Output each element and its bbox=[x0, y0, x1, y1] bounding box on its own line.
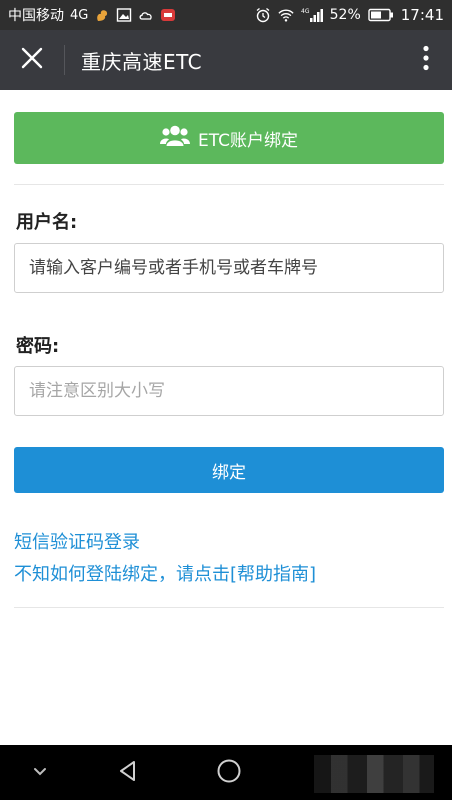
close-button[interactable] bbox=[0, 30, 64, 90]
carrier-name: 中国移动 bbox=[8, 8, 64, 24]
signal-network-label: 4G bbox=[301, 8, 310, 15]
main-content: ETC账户绑定 用户名: 密码: 绑定 短信验证码登录 不知如何登陆绑定，请点击… bbox=[0, 90, 452, 745]
cell-signal-icon: 4G bbox=[301, 7, 323, 23]
users-group-icon bbox=[160, 124, 190, 153]
username-input[interactable] bbox=[14, 243, 444, 293]
close-icon bbox=[21, 47, 43, 73]
image-notification-icon bbox=[116, 7, 132, 23]
chevron-down-icon bbox=[32, 763, 48, 782]
clock: 17:41 bbox=[400, 6, 444, 24]
network-type: 4G bbox=[70, 7, 89, 23]
back-triangle-icon bbox=[116, 759, 140, 787]
system-nav-bar bbox=[0, 745, 452, 800]
weather-cloud-icon bbox=[138, 7, 154, 23]
battery-percent: 52% bbox=[329, 7, 361, 23]
bind-submit-button[interactable]: 绑定 bbox=[14, 447, 444, 493]
wifi-icon bbox=[278, 7, 294, 23]
hide-nav-button[interactable] bbox=[10, 745, 70, 800]
more-vertical-icon bbox=[422, 45, 430, 75]
bottom-divider bbox=[14, 607, 444, 608]
section-divider bbox=[14, 184, 444, 185]
status-right: 4G 52% 17:41 bbox=[255, 6, 444, 24]
alarm-icon bbox=[255, 7, 271, 23]
page-title: 重庆高速ETC bbox=[81, 49, 203, 74]
home-button[interactable] bbox=[199, 745, 259, 800]
password-label: 密码: bbox=[16, 336, 60, 357]
sms-login-link[interactable]: 短信验证码登录 bbox=[14, 528, 140, 554]
squirrel-notification-icon bbox=[94, 7, 110, 23]
help-guide-link[interactable]: 不知如何登陆绑定，请点击[帮助指南] bbox=[14, 560, 316, 586]
more-options-button[interactable] bbox=[400, 30, 452, 90]
username-label: 用户名: bbox=[16, 212, 78, 233]
etc-account-bind-label: ETC账户绑定 bbox=[198, 130, 298, 151]
app-notification-icon bbox=[160, 7, 176, 23]
etc-account-bind-banner[interactable]: ETC账户绑定 bbox=[14, 112, 444, 164]
back-button[interactable] bbox=[98, 745, 158, 800]
status-left: 中国移动 4G bbox=[8, 5, 255, 25]
app-header: 重庆高速ETC bbox=[0, 30, 452, 90]
obscured-region bbox=[314, 755, 434, 793]
battery-icon bbox=[368, 7, 394, 23]
status-bar: 中国移动 4G 4G 52% 17:41 bbox=[0, 0, 452, 30]
home-circle-icon bbox=[216, 758, 242, 788]
password-input[interactable] bbox=[14, 366, 444, 416]
